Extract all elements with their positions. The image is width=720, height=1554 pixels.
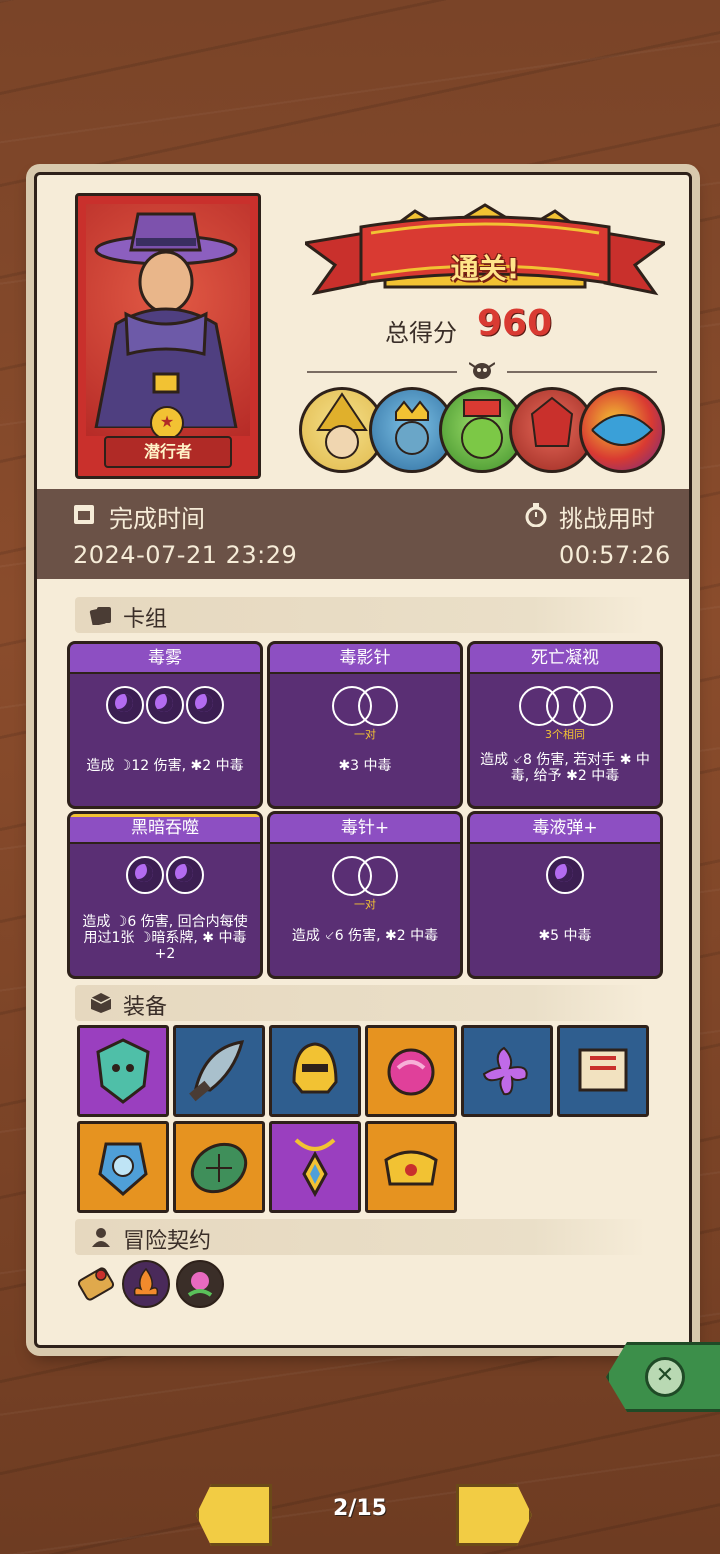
card-requirement: 一对 [354,898,376,911]
equipment-section-header: 装备 [75,985,647,1021]
hero-artwork [86,204,250,436]
card-description: 造成 ⸔8 伤害, 若对手 ✱ 中毒, 给予 ✱2 中毒 [480,752,650,784]
card-cost-pair [270,686,460,730]
card-description: 造成 ⸔6 伤害, ✱2 中毒 [291,928,439,944]
equipment-jade-mask-shield[interactable] [77,1025,169,1117]
hero-portrait: ★ 潜行者 [75,193,261,479]
equipment-cleaver[interactable] [173,1025,265,1117]
card-name: 死亡凝视 [470,644,660,674]
card-cost-triple [470,686,660,730]
hero-name: 潜行者 [104,436,232,468]
hero-class-emblem-icon: ★ [150,406,184,440]
equipment-title: 装备 [123,995,168,1020]
challenge-time-value: 00:57:26 [559,541,671,569]
triple-rings-icon [519,686,613,726]
calendar-icon [74,505,94,524]
dark-orb-icon [106,686,144,724]
dark-orb-icon [126,856,164,894]
score-label: 总得分 [385,319,457,347]
equipment-rune-shield[interactable] [77,1121,169,1213]
card-description: ✱5 中毒 [538,928,592,944]
dark-orb-icon [146,686,184,724]
victory-title: 通关! [450,252,520,285]
skull-icon [469,362,495,379]
equipment-amulet[interactable] [269,1121,361,1213]
card-poison-needle-plus[interactable]: 毒针+ 一对 造成 ⸔6 伤害, ✱2 中毒 [267,811,463,979]
card-description: ✱3 中毒 [338,758,392,774]
equipment-fire-orb[interactable] [365,1025,457,1117]
card-poison-shadow-needle[interactable]: 毒影针 一对 ✱3 中毒 [267,641,463,809]
defeated-bosses [299,387,679,473]
card-death-gaze[interactable]: 死亡凝视 3个相同 造成 ⸔8 伤害, 若对手 ✱ 中毒, 给予 ✱2 中毒 [467,641,663,809]
dark-orb-icon [546,856,584,894]
dark-orb-icon [186,686,224,724]
equipment-scroll[interactable] [557,1025,649,1117]
dark-orb-icon [166,856,204,894]
cards-icon [89,607,111,625]
prev-page-button[interactable] [196,1484,272,1546]
finish-time-label: 完成时间 [109,505,205,533]
boss-portrait-chaos [579,387,665,473]
finish-time-value: 2024-07-21 23:29 [73,541,298,569]
card-cost-pair [270,856,460,900]
contract-flower-orb-icon[interactable] [175,1259,225,1309]
pair-rings-icon [332,686,398,726]
contract-title: 冒险契约 [123,1229,212,1254]
card-name: 毒液弹+ [470,814,660,844]
contract-scroll-icon[interactable] [71,1259,121,1309]
page-indicator: 2/15 [333,1496,387,1521]
card-poison-fog[interactable]: 毒雾 造成 ☽12 伤害, ✱2 中毒 [67,641,263,809]
person-icon [92,1228,110,1247]
run-summary-panel: ★ 潜行者 通关! 总得分 960 完成时间 2024-07-21 23:29 … [34,172,692,1348]
card-requirement: 一对 [354,728,376,741]
card-cost-orbs [70,686,260,730]
close-icon: ✕ [645,1357,685,1397]
card-venom-shot-plus[interactable]: 毒液弹+ ✱5 中毒 [467,811,663,979]
divider-right [507,371,657,373]
card-name: 黑暗吞噬 [70,814,260,844]
equipment-poison-splash[interactable] [461,1025,553,1117]
card-requirement: 3个相同 [545,728,585,741]
stopwatch-icon [525,503,547,527]
pair-rings-icon [332,856,398,896]
equipment-golden-helmet[interactable] [269,1025,361,1117]
card-cost-orbs [70,856,260,900]
next-page-button[interactable] [456,1484,532,1546]
box-icon [90,993,112,1013]
close-button[interactable]: ✕ [606,1342,720,1412]
card-cost-orbs [470,856,660,900]
card-name: 毒雾 [70,644,260,674]
divider-left [307,371,457,373]
card-dark-devour[interactable]: 黑暗吞噬 造成 ☽6 伤害, 回合内每使用过1张 ☽暗系牌, ✱ 中毒+2 [67,811,263,979]
deck-section-header: 卡组 [75,597,647,633]
deck-title: 卡组 [123,607,168,632]
card-description: 造成 ☽12 伤害, ✱2 中毒 [86,758,244,774]
score-value: 960 [477,303,553,344]
victory-banner: 通关! [301,203,669,313]
contract-section-header: 冒险契约 [75,1219,647,1255]
equipment-golden-crown-box[interactable] [365,1121,457,1213]
contract-campfire-icon[interactable] [121,1259,171,1309]
challenge-time-label: 挑战用时 [559,505,655,533]
time-info-bar: 完成时间 2024-07-21 23:29 挑战用时 00:57:26 [37,489,689,579]
equipment-turtle-shell[interactable] [173,1121,265,1213]
card-description: 造成 ☽6 伤害, 回合内每使用过1张 ☽暗系牌, ✱ 中毒+2 [82,914,248,962]
card-name: 毒针+ [270,814,460,844]
card-name: 毒影针 [270,644,460,674]
